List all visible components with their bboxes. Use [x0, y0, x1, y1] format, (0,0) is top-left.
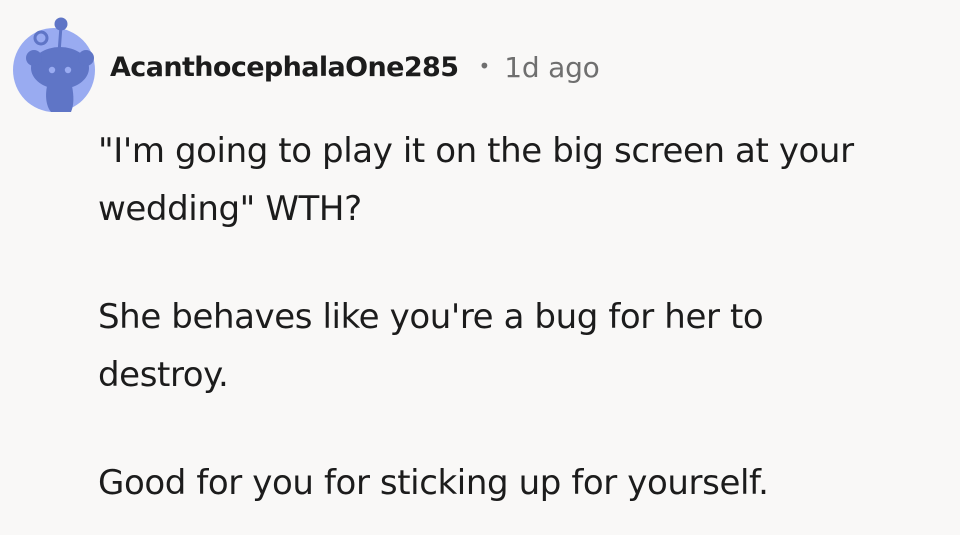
comment-timestamp: 1d ago — [504, 50, 600, 84]
comment-paragraph-3: Good for you for sticking up for yoursel… — [98, 463, 769, 503]
meta-separator: • — [478, 54, 491, 78]
avatar[interactable] — [12, 16, 96, 112]
comment: AcanthocephalaOne285 • 1d ago "I'm going… — [0, 0, 960, 535]
comment-meta: AcanthocephalaOne285 • 1d ago — [110, 46, 600, 88]
reddit-snoo-avatar-icon — [13, 17, 95, 112]
comment-body: "I'm going to play it on the big screen … — [98, 122, 948, 512]
comment-paragraph-2: She behaves like you're a bug for her to… — [98, 297, 764, 395]
comment-paragraph-1: "I'm going to play it on the big screen … — [98, 131, 854, 229]
username-link[interactable]: AcanthocephalaOne285 — [110, 52, 459, 83]
